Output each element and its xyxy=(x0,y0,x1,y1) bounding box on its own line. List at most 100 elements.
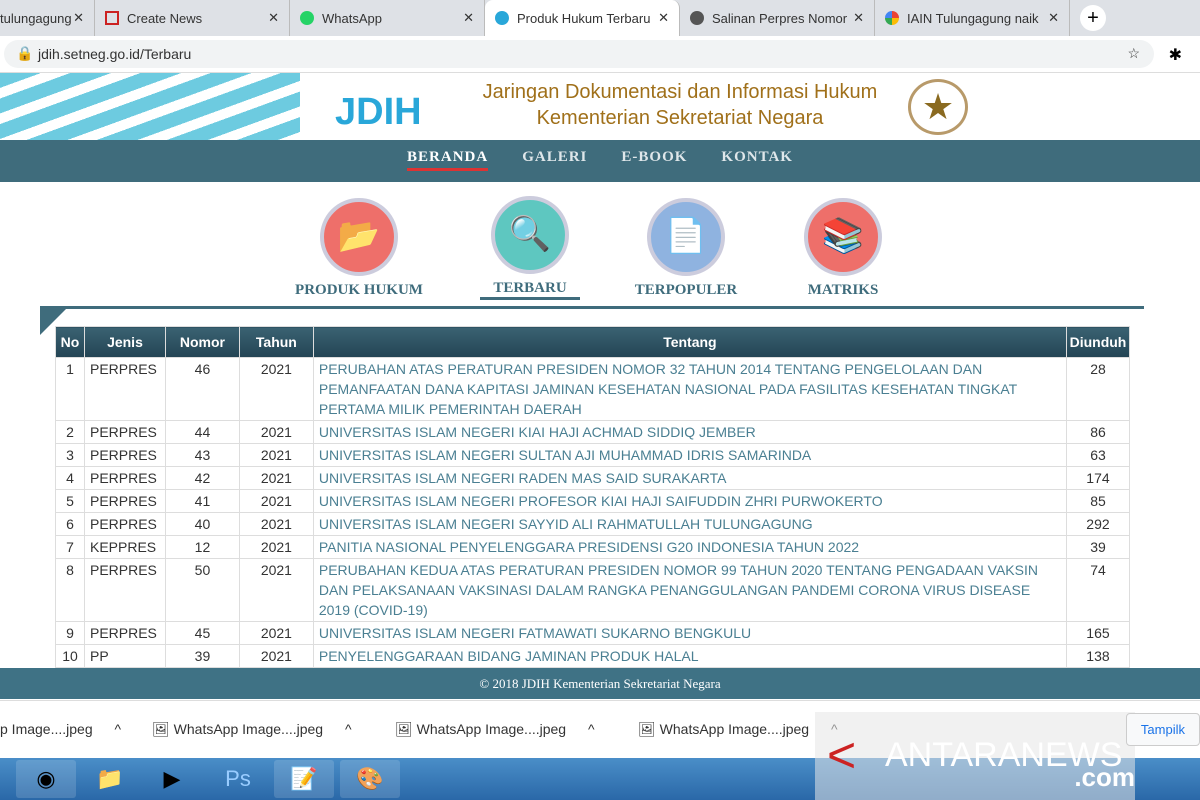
paint-icon[interactable]: 🎨 xyxy=(340,760,400,798)
cell-tentang-link[interactable]: UNIVERSITAS ISLAM NEGERI FATMAWATI SUKAR… xyxy=(312,621,1067,645)
cell-nomor: 40 xyxy=(164,512,240,536)
cell-tentang-link[interactable]: UNIVERSITAS ISLAM NEGERI KIAI HAJI ACHMA… xyxy=(312,420,1067,444)
image-file-icon: 🖼 xyxy=(152,721,170,737)
org-line-2: Kementerian Sekretariat Negara xyxy=(536,107,824,129)
image-file-icon: 🖼 xyxy=(395,721,413,737)
cell-tahun: 2021 xyxy=(238,489,314,513)
tab-active[interactable]: Produk Hukum Terbaru ✕ xyxy=(485,0,680,36)
star-icon[interactable]: ☆ xyxy=(1127,45,1140,62)
cell-tahun: 2021 xyxy=(238,420,314,444)
main-nav: BERANDA GALERI E-BOOK KONTAK xyxy=(0,140,1200,182)
close-icon[interactable]: ✕ xyxy=(73,10,84,26)
cell-tentang-link[interactable]: UNIVERSITAS ISLAM NEGERI SAYYID ALI RAHM… xyxy=(312,512,1067,536)
org-title: Jaringan Dokumentasi dan Informasi Hukum… xyxy=(465,79,895,131)
cell-no: 5 xyxy=(55,489,85,513)
cell-jenis: PERPRES xyxy=(83,512,166,536)
cell-no: 3 xyxy=(55,443,85,467)
cell-no: 1 xyxy=(55,357,85,421)
cell-diunduh: 85 xyxy=(1065,489,1131,513)
tab[interactable]: WhatsApp ✕ xyxy=(290,0,485,36)
column-header: Nomor xyxy=(164,326,240,358)
cell-tentang-link[interactable]: PERUBAHAN KEDUA ATAS PERATURAN PRESIDEN … xyxy=(312,558,1067,622)
tab[interactable]: Create News ✕ xyxy=(95,0,290,36)
cell-tentang-link[interactable]: PANITIA NASIONAL PENYELENGGARA PRESIDENS… xyxy=(312,535,1067,559)
download-item[interactable]: 🖼 WhatsApp Image....jpeg ^ xyxy=(152,721,352,738)
column-header: Diunduh xyxy=(1065,326,1131,358)
close-icon[interactable]: ✕ xyxy=(268,10,279,26)
section-divider xyxy=(40,306,1144,309)
cell-tentang-link[interactable]: UNIVERSITAS ISLAM NEGERI RADEN MAS SAID … xyxy=(312,466,1067,490)
table-row: 9 PERPRES 45 2021 UNIVERSITAS ISLAM NEGERI F… xyxy=(55,621,1131,645)
close-icon[interactable]: ✕ xyxy=(1048,10,1059,26)
nav-galeri[interactable]: GALERI xyxy=(522,149,587,182)
chevron-up-icon[interactable]: ^ xyxy=(345,721,352,737)
banner-rays xyxy=(0,73,300,140)
tab[interactable]: tulungagung ✕ xyxy=(0,0,95,36)
cell-tahun: 2021 xyxy=(238,644,314,668)
category-terpopuler[interactable]: 📄 TERPOPULER xyxy=(630,198,742,299)
nav-ebook[interactable]: E-BOOK xyxy=(621,149,687,182)
chevron-up-icon[interactable]: ^ xyxy=(115,721,122,737)
jdih-icon xyxy=(495,11,509,25)
extensions-icon[interactable]: ✱ xyxy=(1169,45,1182,65)
folder-icon: 📂 xyxy=(320,198,398,276)
table-row: 10 PP 39 2021 PENYELENGGARAAN BIDANG JAMINAN… xyxy=(55,644,1131,668)
antara-logo-icon: < xyxy=(827,727,857,783)
google-icon xyxy=(885,11,899,25)
download-item[interactable]: 🖼 WhatsApp Image....jpeg ^ xyxy=(638,721,838,738)
chrome-icon[interactable]: ◉ xyxy=(16,760,76,798)
cell-tahun: 2021 xyxy=(238,558,314,622)
nav-beranda[interactable]: BERANDA xyxy=(407,149,489,171)
close-icon[interactable]: ✕ xyxy=(853,10,864,26)
cell-no: 9 xyxy=(55,621,85,645)
tab[interactable]: IAIN Tulungagung naik ✕ xyxy=(875,0,1070,36)
jdih-logo[interactable]: JDIH xyxy=(335,91,422,134)
cell-nomor: 44 xyxy=(164,420,240,444)
cell-tentang-link[interactable]: PENYELENGGARAAN BIDANG JAMINAN PRODUK HA… xyxy=(312,644,1067,668)
url-text: jdih.setneg.go.id/Terbaru xyxy=(38,46,192,62)
explorer-icon[interactable]: 📁 xyxy=(80,760,140,798)
download-item[interactable]: p Image....jpeg ^ xyxy=(0,721,121,737)
tab[interactable]: Salinan Perpres Nomor ✕ xyxy=(680,0,875,36)
cell-jenis: PERPRES xyxy=(83,466,166,490)
cell-tentang-link[interactable]: UNIVERSITAS ISLAM NEGERI SULTAN AJI MUHA… xyxy=(312,443,1067,467)
category-terbaru[interactable]: 🔍 TERBARU xyxy=(480,196,580,300)
photoshop-icon[interactable]: Ps xyxy=(208,760,268,798)
cell-diunduh: 86 xyxy=(1065,420,1131,444)
cell-nomor: 43 xyxy=(164,443,240,467)
show-all-button[interactable]: Tampilk xyxy=(1125,713,1200,746)
cell-tentang-link[interactable]: PERUBAHAN ATAS PERATURAN PRESIDEN NOMOR … xyxy=(312,357,1067,421)
column-header: No xyxy=(55,326,85,358)
category-matriks[interactable]: 📚 MATRIKS xyxy=(800,198,886,299)
cell-nomor: 50 xyxy=(164,558,240,622)
cell-nomor: 12 xyxy=(164,535,240,559)
category-produk-hukum[interactable]: 📂 PRODUK HUKUM xyxy=(288,198,430,299)
cell-jenis: PERPRES xyxy=(83,489,166,513)
tab-label: tulungagung xyxy=(0,10,72,26)
tab-label: Salinan Perpres Nomor xyxy=(712,10,848,26)
chevron-up-icon[interactable]: ^ xyxy=(588,721,595,737)
close-icon[interactable]: ✕ xyxy=(658,10,669,26)
download-filename: WhatsApp Image....jpeg xyxy=(659,721,810,737)
globe-icon xyxy=(690,11,704,25)
new-tab-button[interactable]: + xyxy=(1080,5,1106,31)
table-row: 5 PERPRES 41 2021 UNIVERSITAS ISLAM NEGERI P… xyxy=(55,489,1131,513)
notepad-icon[interactable]: 📝 xyxy=(274,760,334,798)
cell-diunduh: 28 xyxy=(1065,357,1131,421)
nav-kontak[interactable]: KONTAK xyxy=(721,149,793,182)
org-line-1: Jaringan Dokumentasi dan Informasi Hukum xyxy=(482,81,878,103)
media-player-icon[interactable]: ▶ xyxy=(142,760,202,798)
watermark-suffix: .com xyxy=(1074,762,1135,792)
column-header: Jenis xyxy=(83,326,166,358)
category-label: TERBARU xyxy=(493,280,567,296)
cell-diunduh: 292 xyxy=(1065,512,1131,536)
binders-icon: 📚 xyxy=(804,198,882,276)
image-file-icon: 🖼 xyxy=(638,721,656,737)
download-item[interactable]: 🖼 WhatsApp Image....jpeg ^ xyxy=(395,721,595,738)
cell-nomor: 41 xyxy=(164,489,240,513)
close-icon[interactable]: ✕ xyxy=(463,10,474,26)
category-label: PRODUK HUKUM xyxy=(295,282,423,298)
cell-tentang-link[interactable]: UNIVERSITAS ISLAM NEGERI PROFESOR KIAI H… xyxy=(312,489,1067,513)
cell-tahun: 2021 xyxy=(238,512,314,536)
url-input[interactable]: 🔒 jdih.setneg.go.id/Terbaru ☆ xyxy=(4,40,1154,68)
